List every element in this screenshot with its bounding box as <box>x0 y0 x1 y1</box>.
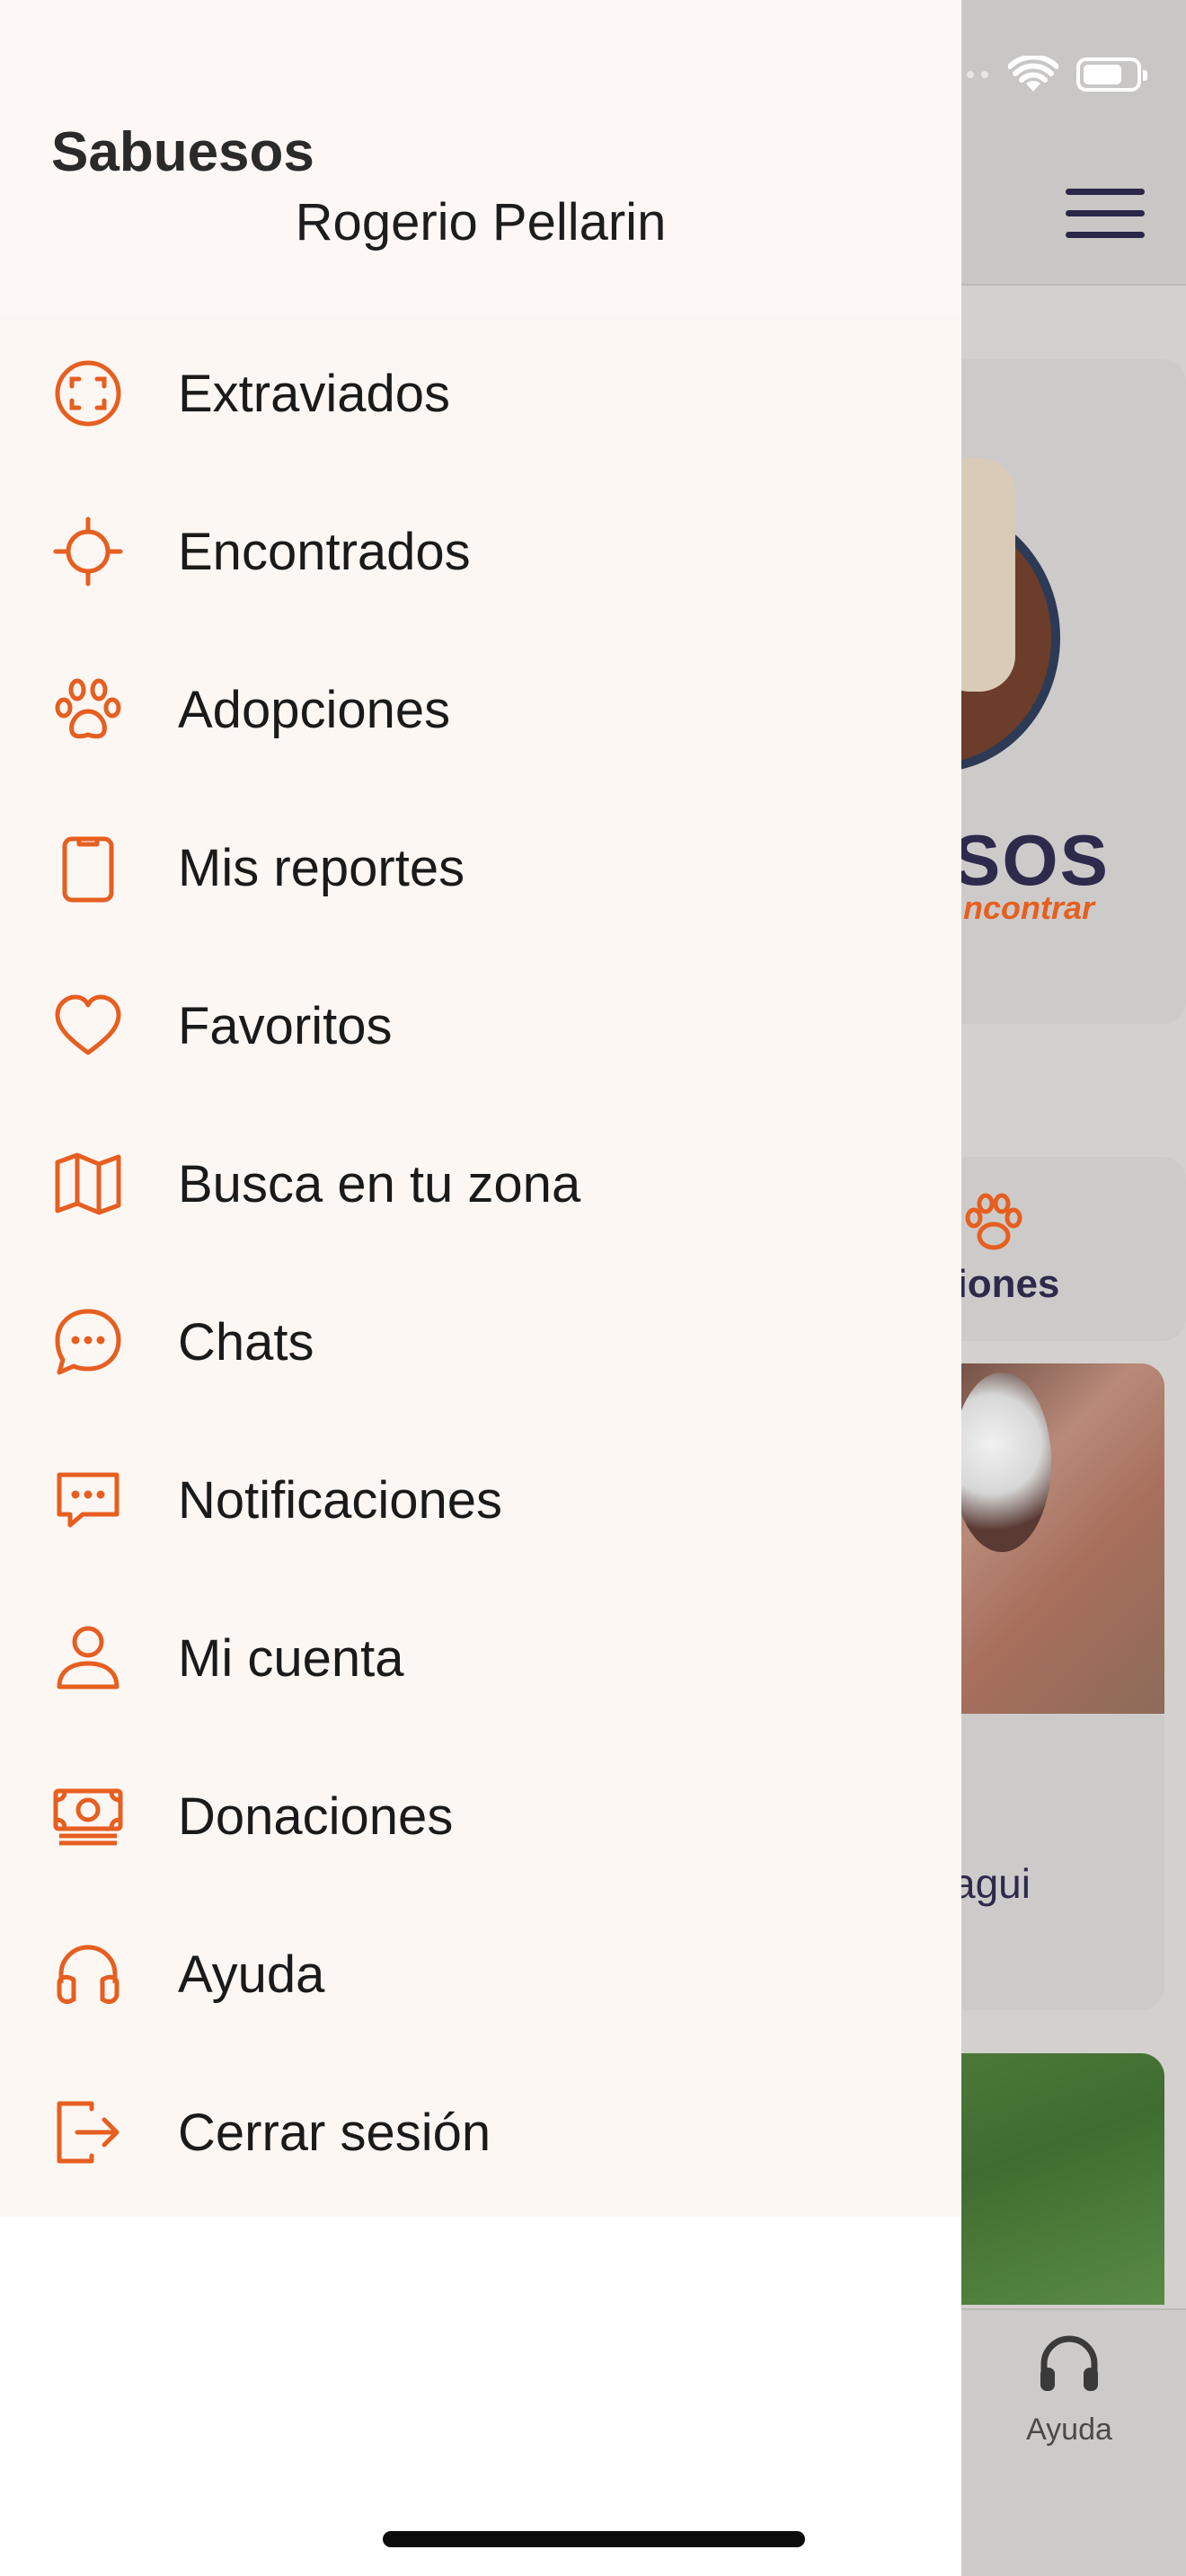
post-text: agui <box>952 1860 1031 1907</box>
menu-item-adopciones[interactable]: Adopciones <box>0 631 961 789</box>
clipboard-icon <box>49 828 128 907</box>
heart-icon <box>49 986 128 1065</box>
menu-label: Mis reportes <box>178 838 465 897</box>
menu-item-favoritos[interactable]: Favoritos <box>0 947 961 1105</box>
menu-label: Extraviados <box>178 364 451 423</box>
message-icon <box>49 1460 128 1539</box>
focus-scan-icon <box>49 354 128 433</box>
banknotes-icon <box>49 1777 128 1856</box>
menu-item-cerrar-sesion[interactable]: Cerrar sesión <box>0 2053 961 2211</box>
chat-bubble-icon <box>49 1302 128 1381</box>
user-name: Rogerio Pellarin <box>295 193 667 251</box>
drawer-header: Sabuesos Rogerio Pellarin <box>0 0 961 314</box>
menu-item-notificaciones[interactable]: Notificaciones <box>0 1421 961 1579</box>
menu-item-mi-cuenta[interactable]: Mi cuenta <box>0 1579 961 1737</box>
status-icons <box>936 52 1147 97</box>
post-card-photo[interactable] <box>934 2053 1164 2305</box>
menu-label: Favoritos <box>178 996 393 1055</box>
paw-icon <box>965 1193 1022 1250</box>
side-drawer: Sabuesos Rogerio Pellarin Extraviados En… <box>0 0 961 2576</box>
menu-item-donaciones[interactable]: Donaciones <box>0 1737 961 1895</box>
menu-label: Ayuda <box>178 1945 325 2004</box>
paw-icon <box>49 670 128 749</box>
battery-icon <box>1076 57 1147 92</box>
headphones-icon <box>49 1935 128 2014</box>
logout-icon <box>49 2093 128 2172</box>
post-photo <box>934 1363 1164 1714</box>
menu-label: Chats <box>178 1312 314 1372</box>
menu-item-mis-reportes[interactable]: Mis reportes <box>0 789 961 947</box>
post-card[interactable] <box>934 1363 1164 2010</box>
home-indicator[interactable] <box>383 2531 805 2547</box>
app-name: Sabuesos <box>51 121 314 183</box>
drawer-menu: Extraviados Encontrados Adopciones Mis r… <box>0 314 961 2217</box>
menu-hamburger-icon[interactable] <box>1066 189 1145 239</box>
menu-item-extraviados[interactable]: Extraviados <box>0 314 961 472</box>
tab-ayuda-label[interactable]: Ayuda <box>1019 2413 1120 2448</box>
menu-item-busca-en-tu-zona[interactable]: Busca en tu zona <box>0 1105 961 1263</box>
menu-item-chats[interactable]: Chats <box>0 1263 961 1421</box>
menu-label: Busca en tu zona <box>178 1154 581 1213</box>
menu-label: Encontrados <box>178 522 471 581</box>
menu-label: Donaciones <box>178 1786 454 1846</box>
user-icon <box>49 1619 128 1698</box>
menu-item-ayuda[interactable]: Ayuda <box>0 1895 961 2053</box>
map-icon <box>49 1144 128 1223</box>
logo-subtitle: ncontrar <box>963 889 1095 926</box>
crosshair-icon <box>49 512 128 591</box>
headphones-icon[interactable] <box>1033 2328 1105 2400</box>
menu-item-encontrados[interactable]: Encontrados <box>0 472 961 631</box>
drawer-footer <box>0 2217 961 2576</box>
menu-label: Notificaciones <box>178 1470 503 1530</box>
wifi-icon <box>1008 56 1058 92</box>
menu-label: Adopciones <box>178 680 451 739</box>
menu-label: Cerrar sesión <box>178 2103 491 2162</box>
menu-label: Mi cuenta <box>178 1628 404 1688</box>
